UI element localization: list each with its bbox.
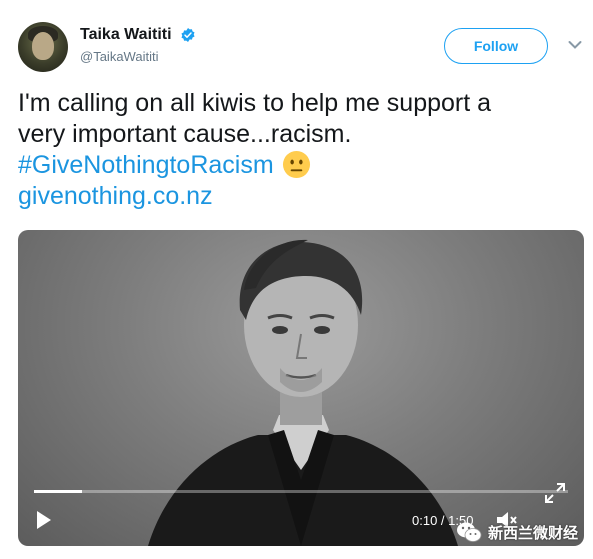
play-icon[interactable]: [36, 510, 52, 530]
tweet-line-1: I'm calling on all kiwis to help me supp…: [18, 89, 492, 117]
hashtag-line: #GiveNothingtoRacism: [18, 150, 578, 181]
tweet-line-2: very important cause...racism.: [18, 120, 352, 148]
watermark-text: 新西兰微财经: [488, 524, 579, 542]
fullscreen-icon[interactable]: [544, 482, 566, 504]
hashtag-link[interactable]: #GiveNothingtoRacism: [18, 151, 274, 179]
neutral-face-icon: [282, 150, 310, 179]
watermark: 新西兰微财经: [456, 514, 590, 550]
video-frame-person: [148, 239, 458, 546]
chevron-down-icon[interactable]: [568, 40, 582, 50]
user-names: Taika Waititi @TaikaWaititi: [80, 26, 196, 64]
display-name[interactable]: Taika Waititi: [80, 26, 172, 44]
video-player[interactable]: 0:10 / 1:50: [18, 230, 584, 546]
avatar-face: [32, 32, 54, 60]
video-progress-fill: [34, 490, 83, 493]
avatar[interactable]: [18, 22, 68, 72]
tweet-text: I'm calling on all kiwis to help me supp…: [18, 88, 578, 212]
video-progress-bar[interactable]: [34, 490, 568, 493]
follow-button[interactable]: Follow: [444, 28, 548, 64]
tweet-header: Taika Waititi @TaikaWaititi Follow: [18, 18, 582, 78]
website-link[interactable]: givenothing.co.nz: [18, 181, 578, 212]
user-handle[interactable]: @TaikaWaititi: [80, 49, 196, 64]
verified-badge-icon: [181, 28, 195, 42]
wechat-icon: [457, 522, 482, 542]
